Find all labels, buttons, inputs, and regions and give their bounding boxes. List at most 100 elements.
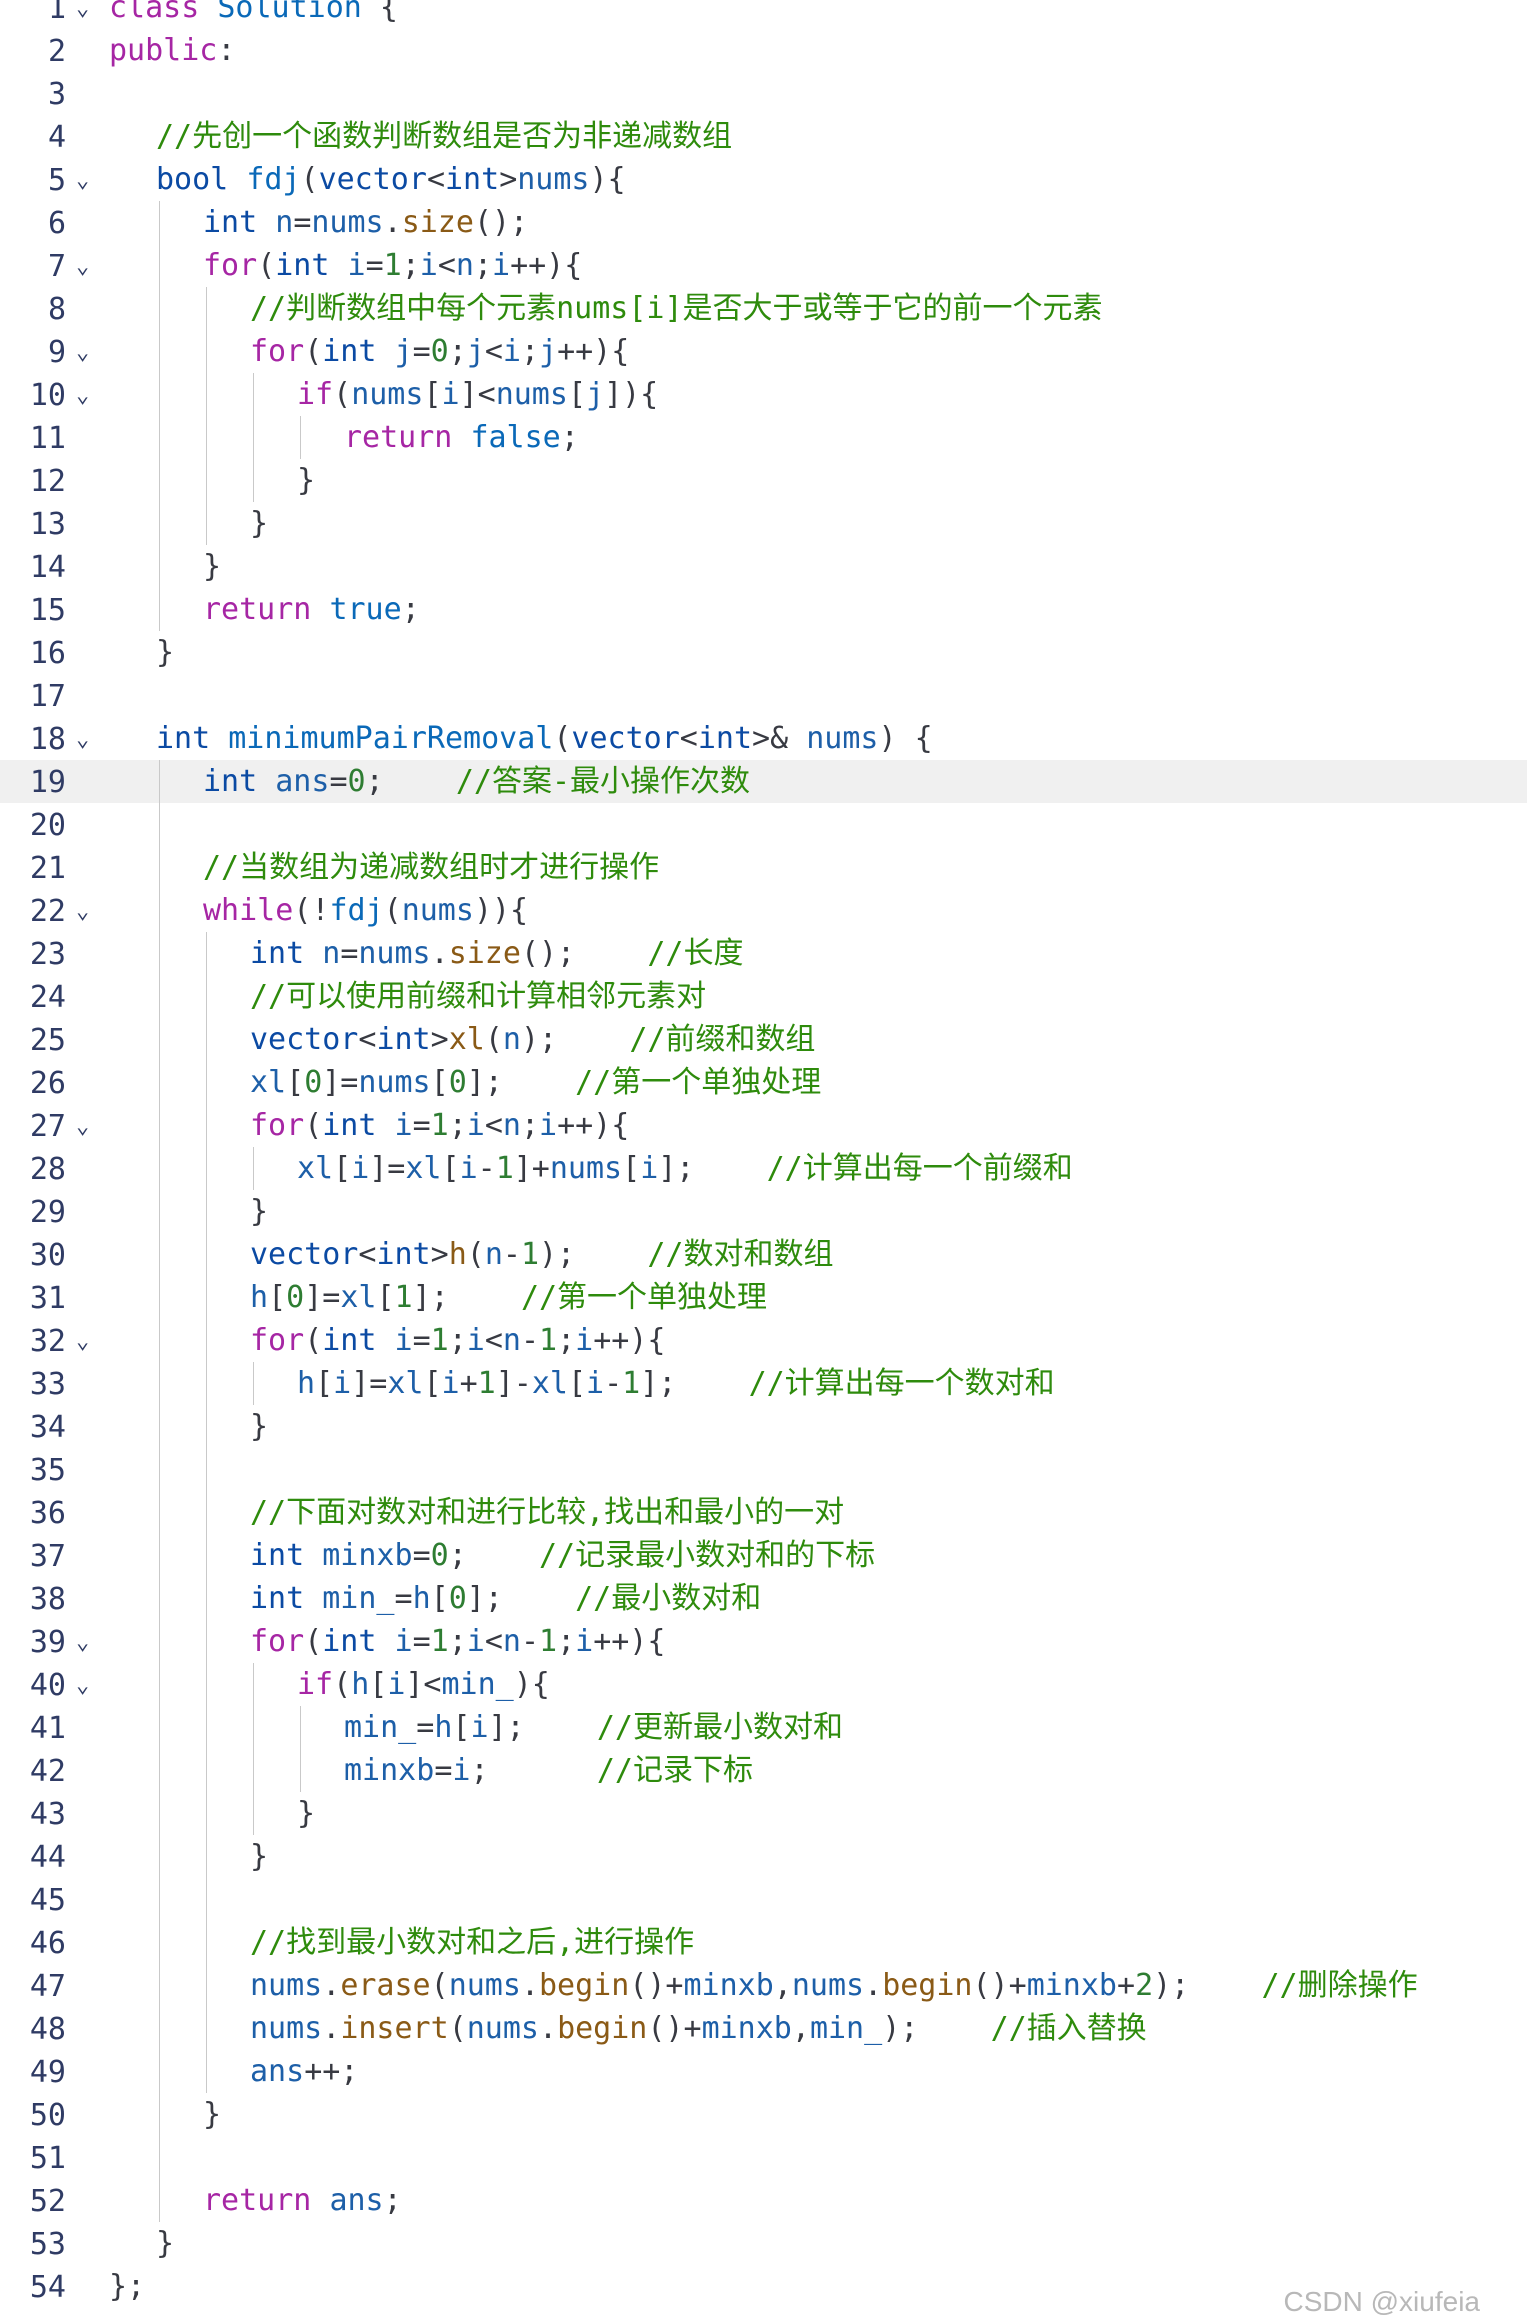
code-line[interactable]: 51: [0, 2136, 1527, 2179]
code-editor[interactable]: 1 ⌄ class Solution {2 public: 3 4//先创一个函数判断数组…: [0, 0, 1527, 2324]
code-text: class Solution {: [109, 0, 398, 29]
code-line[interactable]: 33 h[i]=xl[i+1]-xl[i-1]; //计算出每一个数对和: [0, 1362, 1527, 1405]
code-token: int: [322, 1323, 395, 1358]
code-line[interactable]: 35: [0, 1448, 1527, 1491]
code-line[interactable]: 52 return ans;: [0, 2179, 1527, 2222]
code-line[interactable]: 32 ⌄ for(int i=1;i<n-1;i++){: [0, 1319, 1527, 1362]
line-number: 26: [29, 1066, 66, 1101]
line-number: 49: [29, 2055, 66, 2090]
code-token: =: [293, 205, 312, 240]
chevron-down-icon[interactable]: ⌄: [76, 1621, 89, 1664]
code-token: ++;: [304, 2054, 359, 2089]
code-line[interactable]: 49 ans++;: [0, 2050, 1527, 2093]
code-line[interactable]: 38 int min_=h[0]; //最小数对和: [0, 1577, 1527, 1620]
chevron-down-icon[interactable]: ⌄: [76, 331, 89, 374]
code-comment: //计算出每一个数对和: [748, 1366, 1055, 1401]
code-line[interactable]: 30 vector<int>h(n-1); //数对和数组: [0, 1233, 1527, 1276]
chevron-down-icon[interactable]: ⌄: [76, 890, 89, 933]
code-token: int: [250, 936, 323, 971]
code-line[interactable]: 4 //先创一个函数判断数组是否为非递减数组: [0, 115, 1527, 158]
line-number: 20: [29, 808, 66, 843]
code-line[interactable]: 19 int ans=0; //答案-最小操作次数: [0, 760, 1527, 803]
code-line[interactable]: 11 return false;: [0, 416, 1527, 459]
code-line[interactable]: 42 minxb=i; //记录下标: [0, 1749, 1527, 1792]
code-token: =: [412, 1538, 431, 1573]
indent-guide: [159, 2179, 160, 2222]
code-line[interactable]: 48 nums.insert(nums.begin()+minxb,min_); …: [0, 2007, 1527, 2050]
indent-guide: [159, 1749, 160, 1792]
code-line[interactable]: 18 ⌄ int minimumPairRemoval(vector<int>& n…: [0, 717, 1527, 760]
code-token: h: [448, 1237, 467, 1272]
code-text: //先创一个函数判断数组是否为非递减数组: [156, 115, 732, 158]
code-token: =: [394, 1581, 413, 1616]
code-line[interactable]: 5 ⌄ bool fdj(vector<int>nums){: [0, 158, 1527, 201]
code-line[interactable]: 20: [0, 803, 1527, 846]
chevron-down-icon[interactable]: ⌄: [76, 0, 89, 30]
chevron-down-icon[interactable]: ⌄: [76, 1664, 89, 1707]
chevron-down-icon[interactable]: ⌄: [76, 1105, 89, 1148]
code-line[interactable]: 27 ⌄ for(int i=1;i<n;i++){: [0, 1104, 1527, 1147]
code-line[interactable]: 26 xl[0]=nums[0]; //第一个单独处理: [0, 1061, 1527, 1104]
gutter: 41: [0, 1706, 90, 1749]
code-line[interactable]: 8 //判断数组中每个元素nums[i]是否大于或等于它的前一个元素: [0, 287, 1527, 330]
code-token: h: [297, 1366, 316, 1401]
code-line[interactable]: 53}: [0, 2222, 1527, 2265]
code-line[interactable]: 6 int n=nums.size();: [0, 201, 1527, 244]
code-token: <: [358, 1022, 377, 1057]
indent-guide: [206, 287, 207, 330]
chevron-down-icon[interactable]: ⌄: [76, 1320, 89, 1363]
code-line[interactable]: 36 //下面对数对和进行比较,找出和最小的一对: [0, 1491, 1527, 1534]
chevron-down-icon[interactable]: ⌄: [76, 245, 89, 288]
code-line[interactable]: 28 xl[i]=xl[i-1]+nums[i]; //计算出每一个前缀和: [0, 1147, 1527, 1190]
code-token: xl: [297, 1151, 334, 1186]
code-line[interactable]: 50}: [0, 2093, 1527, 2136]
code-line[interactable]: 12}: [0, 459, 1527, 502]
code-line[interactable]: 43}: [0, 1792, 1527, 1835]
code-line[interactable]: 45: [0, 1878, 1527, 1921]
code-token: size: [448, 936, 521, 971]
code-line[interactable]: 22 ⌄ while(!fdj(nums)){: [0, 889, 1527, 932]
code-line[interactable]: 44}: [0, 1835, 1527, 1878]
code-text: //判断数组中每个元素nums[i]是否大于或等于它的前一个元素: [250, 287, 1103, 330]
code-line[interactable]: 3: [0, 72, 1527, 115]
code-line[interactable]: 34}: [0, 1405, 1527, 1448]
code-token: }: [297, 463, 316, 498]
code-token: n: [322, 936, 341, 971]
code-line[interactable]: 25 vector<int>xl(n); //前缀和数组: [0, 1018, 1527, 1061]
code-line[interactable]: 17: [0, 674, 1527, 717]
code-line[interactable]: 21 //当数组为递减数组时才进行操作: [0, 846, 1527, 889]
code-line[interactable]: 23 int n=nums.size(); //长度: [0, 932, 1527, 975]
code-line[interactable]: 14}: [0, 545, 1527, 588]
code-line[interactable]: 37 int minxb=0; //记录最小数对和的下标: [0, 1534, 1527, 1577]
indent-guide: [159, 330, 160, 373]
code-token: 2: [1135, 1968, 1154, 2003]
code-line[interactable]: 2 public:: [0, 29, 1527, 72]
code-line[interactable]: 47 nums.erase(nums.begin()+minxb,nums.beg…: [0, 1964, 1527, 2007]
code-token: i: [466, 1108, 485, 1143]
code-token: for: [250, 1624, 305, 1659]
code-token: [: [430, 1581, 449, 1616]
line-number: 10: [29, 378, 66, 413]
code-line[interactable]: 40 ⌄ if(h[i]<min_){: [0, 1663, 1527, 1706]
code-line[interactable]: 9 ⌄ for(int j=0;j<i;j++){: [0, 330, 1527, 373]
line-number: 5: [47, 163, 66, 198]
code-line[interactable]: 24 //可以使用前缀和计算相邻元素对: [0, 975, 1527, 1018]
code-line[interactable]: 1 ⌄ class Solution {: [0, 0, 1527, 29]
code-line[interactable]: 16}: [0, 631, 1527, 674]
code-line[interactable]: 31 h[0]=xl[1]; //第一个单独处理: [0, 1276, 1527, 1319]
code-line[interactable]: 41 min_=h[i]; //更新最小数对和: [0, 1706, 1527, 1749]
chevron-down-icon[interactable]: ⌄: [76, 718, 89, 761]
chevron-down-icon[interactable]: ⌄: [76, 374, 89, 417]
code-text: nums.insert(nums.begin()+minxb,min_); //…: [250, 2007, 1147, 2050]
code-line[interactable]: 39 ⌄ for(int i=1;i<n-1;i++){: [0, 1620, 1527, 1663]
chevron-down-icon[interactable]: ⌄: [76, 159, 89, 202]
code-line[interactable]: 13}: [0, 502, 1527, 545]
code-text: //当数组为递减数组时才进行操作: [203, 846, 659, 889]
code-line[interactable]: 29}: [0, 1190, 1527, 1233]
code-line[interactable]: 7 ⌄ for(int i=1;i<n;i++){: [0, 244, 1527, 287]
code-token: while: [203, 893, 294, 928]
code-line[interactable]: 15 return true;: [0, 588, 1527, 631]
code-line[interactable]: 46 //找到最小数对和之后,进行操作: [0, 1921, 1527, 1964]
code-token: nums: [250, 2011, 323, 2046]
code-line[interactable]: 10 ⌄ if(nums[i]<nums[j]){: [0, 373, 1527, 416]
